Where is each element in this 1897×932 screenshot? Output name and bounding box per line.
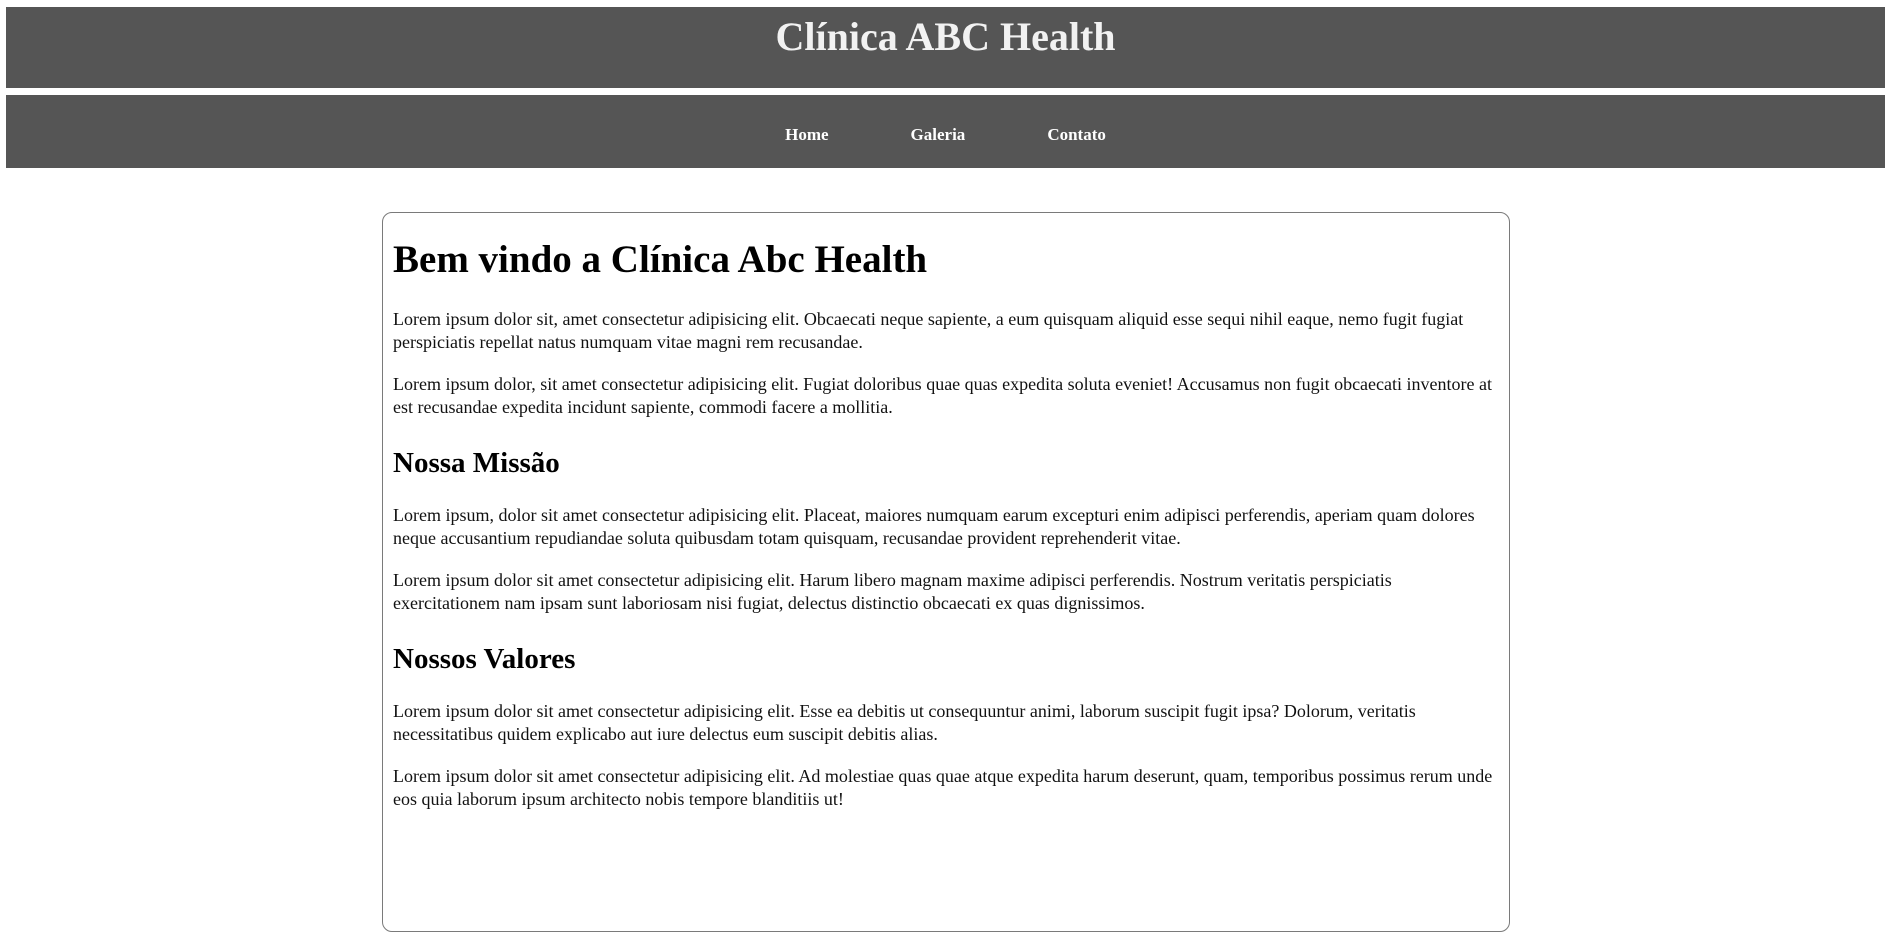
intro-paragraph-1: Lorem ipsum dolor sit, amet consectetur …: [393, 309, 1464, 352]
site-title: Clínica ABC Health: [775, 14, 1116, 59]
intro-paragraph-2: Lorem ipsum dolor, sit amet consectetur …: [393, 374, 1492, 417]
main-content-card: Bem vindo a Clínica Abc Health Lorem ips…: [382, 212, 1510, 932]
nav-item-contato: Contato: [1047, 118, 1106, 146]
mission-title: Nossa Missão: [393, 447, 560, 479]
values-title: Nossos Valores: [393, 643, 576, 675]
welcome-title: Bem vindo a Clínica Abc Health: [393, 238, 928, 281]
nav-link-galeria[interactable]: Galeria: [911, 118, 966, 146]
values-paragraph-1: Lorem ipsum dolor sit amet consectetur a…: [393, 701, 1416, 744]
nav-item-home: Home: [785, 118, 828, 146]
nav-item-galeria: Galeria: [911, 118, 966, 146]
nav-link-home[interactable]: Home: [785, 118, 828, 146]
mission-paragraph-1: Lorem ipsum, dolor sit amet consectetur …: [393, 505, 1475, 548]
nav-list: Home Galeria Contato: [6, 95, 1885, 168]
values-paragraph-2: Lorem ipsum dolor sit amet consectetur a…: [393, 766, 1493, 809]
mission-paragraph-2: Lorem ipsum dolor sit amet consectetur a…: [393, 570, 1392, 613]
main-nav: Home Galeria Contato: [6, 95, 1885, 168]
site-header: Clínica ABC Health: [6, 7, 1885, 88]
nav-link-contato[interactable]: Contato: [1047, 118, 1106, 146]
